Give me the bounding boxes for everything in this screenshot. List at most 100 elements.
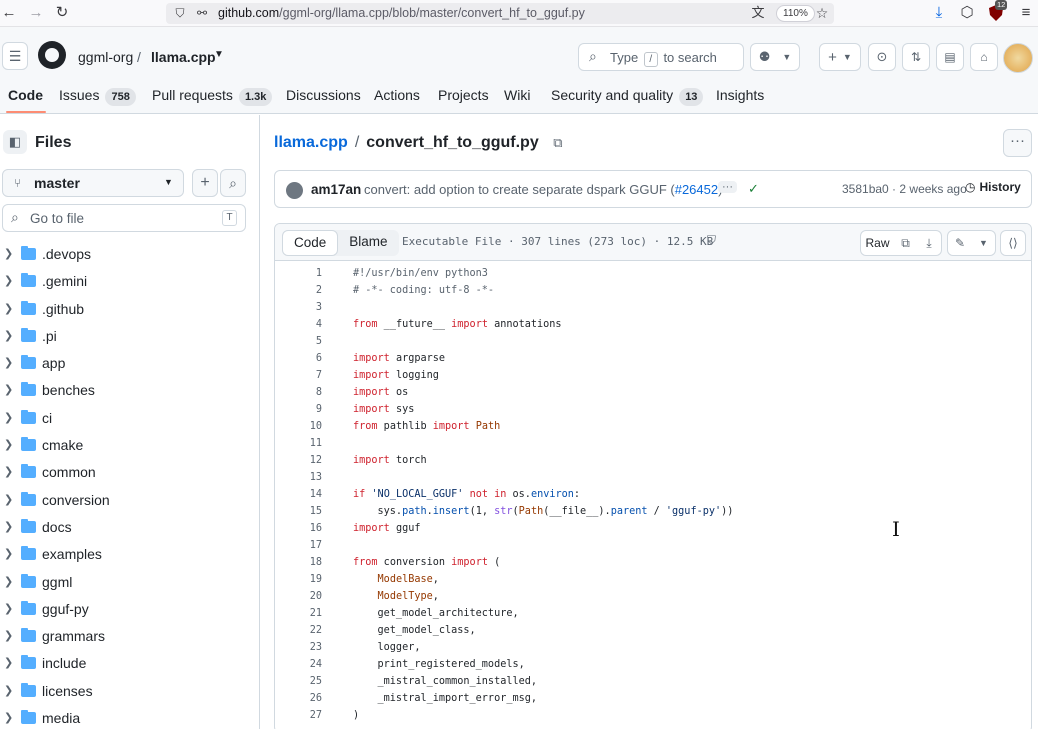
branch-selector[interactable]: ⑂ master ▼ (2, 169, 184, 197)
sidebar-item-folder[interactable]: ❯ .gemini (0, 268, 259, 295)
line-number[interactable]: 20 (275, 591, 322, 602)
sidebar-item-folder[interactable]: ❯ .github (0, 296, 259, 323)
code-view-button[interactable]: Code (282, 230, 339, 256)
commit-author[interactable]: am17an (311, 182, 361, 197)
tab-security[interactable]: Security and quality 13 (551, 87, 704, 106)
line-number[interactable]: 15 (275, 506, 322, 517)
collapse-sidebar-icon[interactable]: ◧ (3, 130, 27, 154)
line-number[interactable]: 9 (275, 404, 322, 415)
sidebar-item-folder[interactable]: ❯ common (0, 459, 259, 486)
line-number[interactable]: 22 (275, 625, 322, 636)
line-number[interactable]: 21 (275, 608, 322, 619)
line-number[interactable]: 18 (275, 557, 322, 568)
edit-file-icon[interactable]: ✎ (947, 230, 973, 256)
more-options-button[interactable]: ··· (1003, 129, 1032, 157)
repo-link[interactable]: llama.cpp (151, 49, 216, 65)
symbols-panel-icon[interactable]: ⟨⟩ (1000, 230, 1026, 256)
extensions-icon[interactable]: ⬡ (958, 4, 976, 22)
sidebar-item-folder[interactable]: ❯ benches (0, 377, 259, 404)
line-number[interactable]: 7 (275, 370, 322, 381)
line-number[interactable]: 27 (275, 710, 322, 721)
sidebar-item-folder[interactable]: ❯ media (0, 705, 259, 729)
chevron-right-icon[interactable]: ❯ (4, 302, 13, 315)
commit-message[interactable]: convert: add option to create separate d… (364, 182, 722, 197)
issues-icon[interactable]: ⊙ (868, 43, 896, 71)
hamburger-menu-button[interactable]: ☰ (2, 42, 28, 70)
line-number[interactable]: 11 (275, 438, 322, 449)
inbox-icon[interactable]: ⌂ (970, 43, 998, 71)
github-logo-icon[interactable] (38, 41, 66, 69)
edit-options-chevron-icon[interactable]: ▼ (972, 230, 996, 256)
repo-switch-chevron-icon[interactable]: ▼ (214, 49, 224, 60)
chevron-right-icon[interactable]: ❯ (4, 383, 13, 396)
line-number[interactable]: 1 (275, 268, 322, 279)
expand-commit-icon[interactable]: ··· (718, 181, 737, 193)
tab-projects[interactable]: Projects (438, 87, 489, 103)
chevron-right-icon[interactable]: ❯ (4, 356, 13, 369)
line-number[interactable]: 4 (275, 319, 322, 330)
chevron-right-icon[interactable]: ❯ (4, 520, 13, 533)
line-number[interactable]: 10 (275, 421, 322, 432)
line-number[interactable]: 3 (275, 302, 322, 313)
search-input[interactable]: ⌕ Type / to search (578, 43, 744, 71)
history-button[interactable]: ◷ History (965, 180, 1021, 194)
back-icon[interactable]: ← (0, 4, 18, 22)
chevron-right-icon[interactable]: ❯ (4, 438, 13, 451)
tab-code[interactable]: Code (8, 87, 43, 103)
chevron-right-icon[interactable]: ❯ (4, 465, 13, 478)
line-number[interactable]: 2 (275, 285, 322, 296)
copy-raw-icon[interactable]: ⧉ (894, 230, 918, 256)
chevron-right-icon[interactable]: ❯ (4, 411, 13, 424)
owner-link[interactable]: ggml-org (78, 49, 133, 65)
sidebar-item-folder[interactable]: ❯ .devops (0, 241, 259, 268)
tab-discussions[interactable]: Discussions (286, 87, 361, 103)
file-security-icon[interactable]: ⛉ (707, 233, 716, 248)
forward-icon[interactable]: → (27, 4, 45, 22)
go-to-file-input[interactable]: ⌕ Go to file T (2, 204, 246, 232)
bookmark-star-icon[interactable]: ☆ (813, 4, 831, 22)
line-number[interactable]: 14 (275, 489, 322, 500)
chevron-right-icon[interactable]: ❯ (4, 575, 13, 588)
copy-path-icon[interactable]: ⧉ (553, 135, 562, 150)
chevron-right-icon[interactable]: ❯ (4, 547, 13, 560)
chevron-right-icon[interactable]: ❯ (4, 493, 13, 506)
tab-pull-requests[interactable]: Pull requests 1.3k (152, 87, 273, 106)
chevron-right-icon[interactable]: ❯ (4, 602, 13, 615)
line-number[interactable]: 24 (275, 659, 322, 670)
ublock-icon[interactable]: 12 (987, 0, 1008, 22)
tab-actions[interactable]: Actions (374, 87, 420, 103)
chevron-right-icon[interactable]: ❯ (4, 329, 13, 342)
line-number[interactable]: 23 (275, 642, 322, 653)
chevron-right-icon[interactable]: ❯ (4, 656, 13, 669)
line-number[interactable]: 26 (275, 693, 322, 704)
line-number[interactable]: 5 (275, 336, 322, 347)
translate-icon[interactable]: 文 (749, 4, 767, 22)
pull-requests-icon[interactable]: ⇅ (902, 43, 930, 71)
sidebar-item-folder[interactable]: ❯ docs (0, 514, 259, 541)
author-avatar[interactable] (286, 182, 303, 199)
sidebar-item-folder[interactable]: ❯ grammars (0, 623, 259, 650)
sidebar-item-folder[interactable]: ❯ examples (0, 541, 259, 568)
commit-pr-link[interactable]: #26452 (675, 182, 718, 197)
sidebar-item-folder[interactable]: ❯ licenses (0, 678, 259, 705)
sidebar-item-folder[interactable]: ❯ gguf-py (0, 596, 259, 623)
check-status-icon[interactable]: ✓ (748, 181, 759, 197)
line-number[interactable]: 19 (275, 574, 322, 585)
avatar[interactable] (1003, 43, 1033, 73)
sidebar-item-folder[interactable]: ❯ cmake (0, 432, 259, 459)
download-raw-icon[interactable]: ⤓ (917, 230, 942, 256)
chevron-right-icon[interactable]: ❯ (4, 274, 13, 287)
sidebar-item-folder[interactable]: ❯ .pi (0, 323, 259, 350)
shield-icon[interactable]: ⛉ (171, 4, 189, 22)
tab-wiki[interactable]: Wiki (504, 87, 530, 103)
commit-hash[interactable]: 3581ba0 (842, 182, 889, 196)
line-number[interactable]: 6 (275, 353, 322, 364)
breadcrumb-repo-link[interactable]: llama.cpp (274, 134, 348, 151)
menu-icon[interactable]: ≡ (1017, 4, 1035, 22)
sidebar-item-folder[interactable]: ❯ include (0, 650, 259, 677)
sidebar-item-folder[interactable]: ❯ ci (0, 405, 259, 432)
tab-issues[interactable]: Issues 758 (59, 87, 136, 106)
download-icon[interactable]: ⤓ (930, 4, 948, 22)
sidebar-item-folder[interactable]: ❯ app (0, 350, 259, 377)
chevron-right-icon[interactable]: ❯ (4, 247, 13, 260)
